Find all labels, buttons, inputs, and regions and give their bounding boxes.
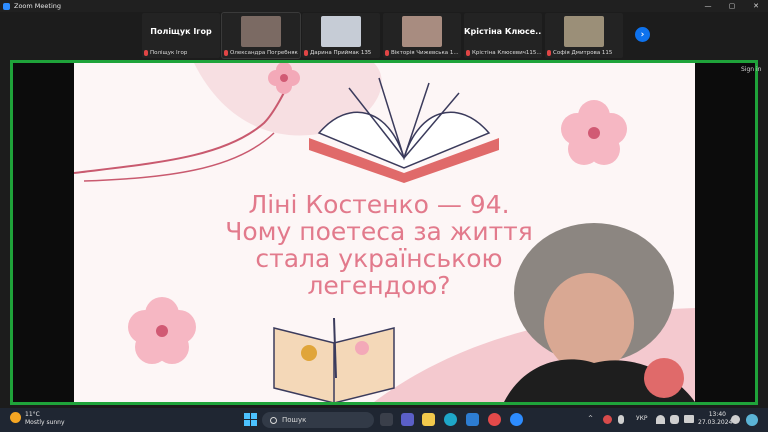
maximize-button[interactable]: ▢ [720,0,744,12]
mic-muted-icon [224,49,228,56]
flower-bottom-left [128,297,196,364]
slide-title-line-3: стала українською [255,244,503,273]
participant-tile-5[interactable]: Софія Дмитрова 115 [545,13,623,58]
window-controls: — ▢ ✕ [696,0,768,12]
weather-desc: Mostly sunny [25,419,65,426]
participant-footer: Софія Дмитрова 115 [547,48,622,57]
slide-title-line-4: легендою? [307,271,451,300]
participants-strip: Поліщук Ігор Поліщук Ігор Олександра Пог… [0,12,768,59]
participant-tile-1[interactable]: Олександра Погребняк [221,12,301,59]
zoom-taskbar-icon[interactable] [510,413,523,426]
task-view-icon[interactable] [380,413,393,426]
mic-muted-icon [466,49,470,56]
wifi-icon[interactable] [656,415,665,424]
battery-icon[interactable] [684,415,694,423]
taskbar-clock[interactable]: 13:40 27.03.2024 [698,411,733,427]
ribbon-line-2 [83,132,275,182]
participant-tile-2[interactable]: Дарина Приймак 135 [302,13,380,58]
participant-footer: Дарина Приймак 135 [304,48,379,57]
participant-big-name: Крістіна Клюсе... [464,27,542,36]
store-icon[interactable] [466,413,479,426]
participant-label: Дарина Приймак 135 [310,49,372,56]
participant-label: Поліщук Ігор [150,49,188,56]
window-title: Zoom Meeting [14,2,62,10]
zoom-app-icon [3,2,10,10]
windows-start-icon[interactable] [244,413,257,426]
close-button[interactable]: ✕ [744,0,768,12]
participant-video [321,16,361,47]
participant-footer: Поліщук Ігор [144,48,219,57]
tray-chevron-icon[interactable]: ^ [588,415,593,422]
weather-widget[interactable]: 11°C Mostly sunny [25,411,65,427]
participant-tile-3[interactable]: Вікторія Чижевська 1... [383,13,461,58]
slide-title-line-1: Ліні Костенко — 94. [248,190,510,219]
participant-video [241,16,281,47]
participant-footer: Крістіна Клюсевич115... [466,48,541,57]
open-book-bottom [273,317,395,402]
weather-temp: 11°C [25,411,40,418]
volume-icon[interactable] [670,415,679,424]
mic-muted-icon [144,49,148,56]
clock-date: 27.03.2024 [698,419,733,426]
sun-icon [10,412,21,423]
flower-top-right [561,100,627,165]
participant-label: Софія Дмитрова 115 [553,49,613,56]
file-explorer-icon[interactable] [422,413,435,426]
minimize-button[interactable]: — [696,0,720,12]
participant-tile-0[interactable]: Поліщук Ігор Поліщук Ігор [142,13,220,58]
zoom-meeting-screen: Zoom Meeting — ▢ ✕ Поліщук Ігор Поліщук … [0,0,768,432]
copilot-icon[interactable] [746,414,758,426]
window-titlebar: Zoom Meeting — ▢ ✕ [0,0,768,12]
slide-title: Ліні Костенко — 94. Чому поетеса за житт… [209,191,549,299]
search-placeholder: Пошук [282,416,307,424]
participant-tile-4[interactable]: Крістіна Клюсе... Крістіна Клюсевич115..… [464,13,542,58]
participant-big-name: Поліщук Ігор [150,27,212,36]
mic-muted-icon [304,49,308,56]
participant-label: Крістіна Клюсевич115... [472,49,541,56]
slide-title-line-2: Чому поетеса за життя [225,217,533,246]
tray-mic-icon[interactable] [618,415,624,424]
mic-muted-icon [385,49,389,56]
next-participants-button[interactable]: › [635,27,650,42]
edge-icon[interactable] [444,413,457,426]
teams-icon[interactable] [401,413,414,426]
clock-time: 13:40 [708,411,726,418]
tray-app-icon[interactable] [603,415,612,424]
input-language[interactable]: УКР [636,415,648,422]
taskbar-search[interactable]: Пошук [262,412,374,428]
search-icon [270,416,277,424]
participant-video [402,16,442,47]
shared-slide: Ліні Костенко — 94. Чому поетеса за житт… [74,63,695,402]
notification-bell-icon[interactable] [731,415,740,424]
mic-muted-icon [547,49,551,56]
participant-label: Вікторія Чижевська 1... [391,49,459,56]
chrome-icon[interactable] [488,413,501,426]
sign-in-link[interactable]: Sign in [741,66,761,73]
participant-footer: Олександра Погребняк [224,48,299,57]
scroll-stamp [644,358,684,398]
participant-label: Олександра Погребняк [230,49,298,56]
participant-footer: Вікторія Чижевська 1... [385,48,460,57]
participant-video [564,16,604,47]
